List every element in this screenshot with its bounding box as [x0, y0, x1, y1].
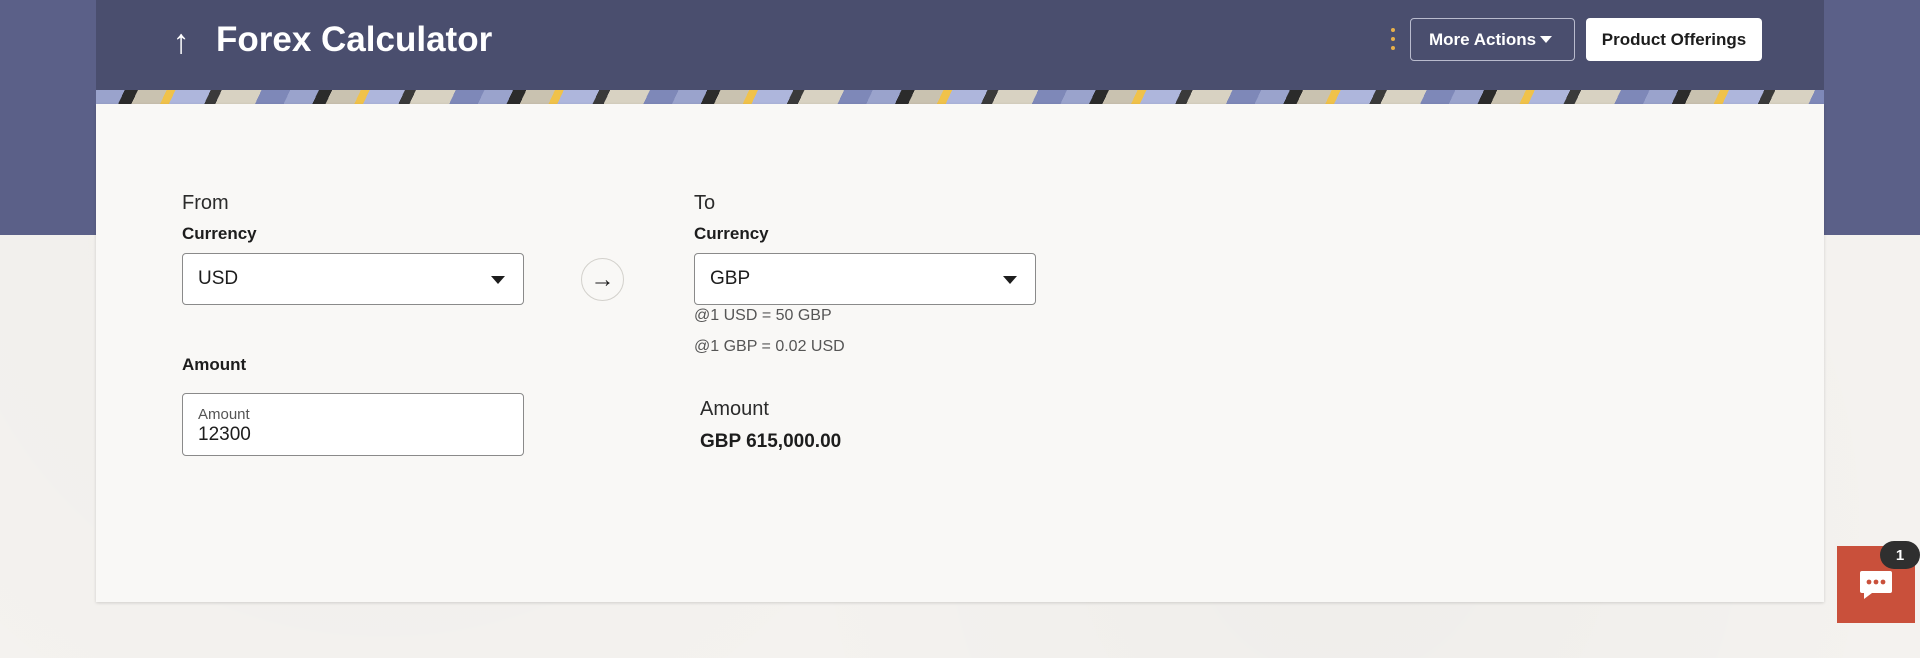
- to-section-label: To: [694, 192, 716, 214]
- exchange-rate-line: @1 USD = 50 GBP: [694, 307, 832, 324]
- from-section-label: From: [182, 192, 229, 214]
- arrow-right-icon[interactable]: →: [581, 258, 624, 301]
- amount-float-label: Amount: [198, 406, 250, 423]
- decorative-banner: [96, 90, 1824, 104]
- more-actions-button[interactable]: More Actions: [1410, 18, 1575, 61]
- amount-value: 12300: [198, 424, 251, 445]
- from-currency-label: Currency: [182, 224, 257, 243]
- from-amount-label: Amount: [182, 355, 247, 374]
- more-actions-label: More Actions: [1429, 29, 1537, 49]
- from-currency-select[interactable]: USD: [182, 253, 524, 305]
- to-currency-select[interactable]: GBP: [694, 253, 1036, 305]
- to-currency-value: GBP: [710, 268, 751, 289]
- chevron-down-icon: [491, 276, 505, 284]
- kebab-icon[interactable]: [1388, 28, 1398, 50]
- chat-icon: [1860, 570, 1892, 599]
- amount-input[interactable]: Amount 12300: [182, 393, 524, 456]
- from-currency-value: USD: [198, 268, 239, 289]
- exchange-rate-line: @1 GBP = 0.02 USD: [694, 338, 845, 355]
- page-title: Forex Calculator: [216, 20, 493, 59]
- calculator-card: [96, 104, 1824, 602]
- chevron-down-icon: [1003, 276, 1017, 284]
- arrow-up-icon[interactable]: ↑: [166, 22, 196, 62]
- product-offerings-button[interactable]: Product Offerings: [1586, 18, 1762, 61]
- converted-amount-label: Amount: [700, 398, 769, 420]
- to-currency-label: Currency: [694, 224, 769, 243]
- converted-amount-value: GBP 615,000.00: [700, 431, 842, 452]
- notification-badge: 1: [1880, 541, 1920, 569]
- chevron-down-icon: [1540, 36, 1552, 43]
